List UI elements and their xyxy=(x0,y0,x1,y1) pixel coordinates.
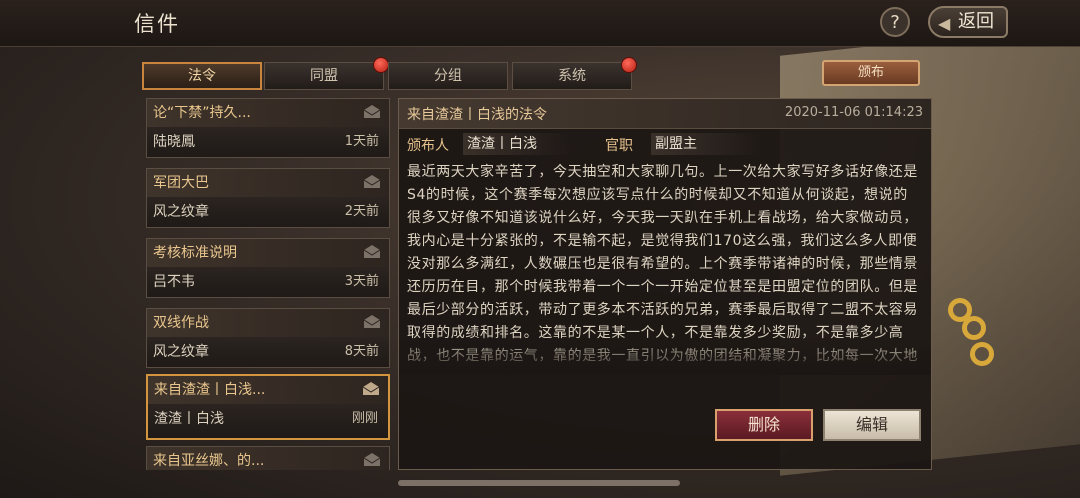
envelope-icon xyxy=(363,175,381,188)
mail-list[interactable]: 论“下禁”持久... 陆晓鳳 1天前 军团大巴 风之纹章 2天前 考核标准说明 … xyxy=(146,98,390,470)
tab-system[interactable]: 系统 xyxy=(512,57,637,90)
publish-button[interactable]: 颁布 xyxy=(822,60,920,86)
page-title: 信件 xyxy=(134,12,180,36)
mail-title: 考核标准说明 xyxy=(147,239,389,267)
mail-title: 论“下禁”持久... xyxy=(147,99,389,127)
tab-group[interactable]: 分组 xyxy=(388,62,508,90)
mail-sender: 风之纹章 xyxy=(153,204,209,220)
mail-sender-row: 陆晓鳳 1天前 xyxy=(147,127,389,157)
tab-alliance[interactable]: 同盟 xyxy=(264,57,389,90)
tab-label: 系统 xyxy=(558,68,586,84)
mail-sender: 陆晓鳳 xyxy=(153,134,195,150)
mail-sender: 风之纹章 xyxy=(153,344,209,360)
publisher-name: 渣渣丨白浅 xyxy=(463,133,573,155)
mail-title: 来自渣渣丨白浅... xyxy=(148,376,388,404)
coins-decoration xyxy=(948,298,1008,378)
mail-item-selected[interactable]: 来自渣渣丨白浅... 渣渣丨白浅 刚刚 xyxy=(146,374,390,440)
mail-detail-panel: 来自渣渣丨白浅的法令 2020-11-06 01:14:23 颁布人 渣渣丨白浅… xyxy=(398,98,932,470)
tab-decree[interactable]: 法令 xyxy=(142,62,262,90)
mail-sender: 吕不韦 xyxy=(153,274,195,290)
horizontal-scrollbar[interactable] xyxy=(398,480,680,486)
envelope-icon xyxy=(363,453,381,466)
help-button[interactable]: ? xyxy=(880,7,910,37)
back-button[interactable]: ◀ 返回 xyxy=(928,6,1008,38)
envelope-open-icon xyxy=(362,382,380,395)
back-button-label: 返回 xyxy=(958,11,994,32)
envelope-icon xyxy=(363,105,381,118)
mail-time: 1天前 xyxy=(344,134,379,149)
notification-dot-icon xyxy=(373,57,389,73)
mail-sender-row: 吕不韦 3天前 xyxy=(147,267,389,297)
mail-sender-row: 风之纹章 2天前 xyxy=(147,197,389,227)
publisher-label: 颁布人 xyxy=(407,138,449,154)
mail-title: 来自亚丝娜、的... xyxy=(147,447,389,470)
mail-item[interactable]: 论“下禁”持久... 陆晓鳳 1天前 xyxy=(146,98,390,158)
rank-value: 副盟主 xyxy=(651,133,761,155)
notification-dot-icon xyxy=(621,57,637,73)
tab-label: 同盟 xyxy=(310,68,338,84)
mail-sender-row: 渣渣丨白浅 刚刚 xyxy=(148,404,388,438)
detail-title: 来自渣渣丨白浅的法令 xyxy=(407,107,547,123)
mail-sender-row: 风之纹章 8天前 xyxy=(147,337,389,367)
mail-time: 刚刚 xyxy=(351,411,378,426)
envelope-icon xyxy=(363,245,381,258)
edit-button[interactable]: 编辑 xyxy=(823,409,921,441)
mail-time: 3天前 xyxy=(344,274,379,289)
mail-item[interactable]: 考核标准说明 吕不韦 3天前 xyxy=(146,238,390,298)
back-arrow-icon: ◀ xyxy=(938,14,951,33)
mail-item[interactable]: 双线作战 风之纹章 8天前 xyxy=(146,308,390,368)
mail-time: 2天前 xyxy=(344,204,379,219)
mail-item[interactable]: 军团大巴 风之纹章 2天前 xyxy=(146,168,390,228)
envelope-icon xyxy=(363,315,381,328)
mail-item[interactable]: 来自亚丝娜、的... xyxy=(146,446,390,470)
top-bar: 信件 ? ◀ 返回 xyxy=(0,0,1080,47)
mail-title: 军团大巴 xyxy=(147,169,389,197)
detail-date: 2020-11-06 01:14:23 xyxy=(784,105,923,120)
rank-label: 官职 xyxy=(605,138,633,154)
tab-label: 分组 xyxy=(434,68,462,84)
mail-time: 8天前 xyxy=(344,344,379,359)
detail-header: 来自渣渣丨白浅的法令 2020-11-06 01:14:23 xyxy=(399,99,931,129)
delete-button[interactable]: 删除 xyxy=(715,409,813,441)
mail-sender: 渣渣丨白浅 xyxy=(154,411,224,427)
mail-title: 双线作战 xyxy=(147,309,389,337)
content-fade xyxy=(399,335,931,375)
tab-label: 法令 xyxy=(188,68,216,84)
